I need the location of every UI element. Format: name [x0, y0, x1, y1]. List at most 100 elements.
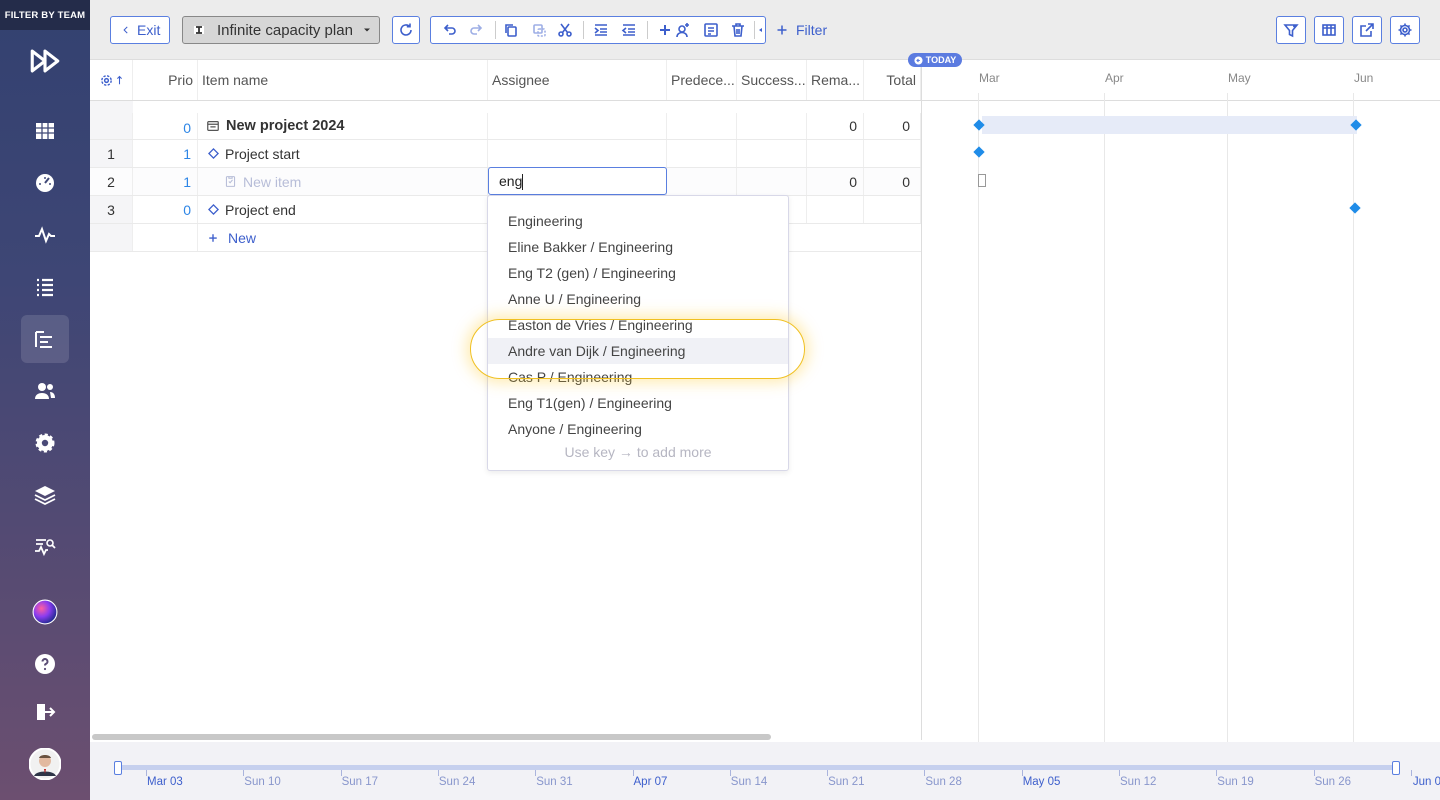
spreadsheet-icon[interactable]	[21, 107, 69, 155]
row-prio[interactable]: 1	[133, 168, 198, 195]
add-item-icon[interactable]	[657, 22, 673, 38]
dashboard-icon[interactable]	[21, 159, 69, 207]
timeline-tick-label: Jun 02	[1412, 776, 1440, 788]
timeline-tick-label: Sun 26	[1314, 776, 1352, 788]
row-prio[interactable]: 0	[133, 196, 198, 223]
grid-settings-button[interactable]	[90, 60, 133, 100]
dropdown-option[interactable]: Anne U / Engineering	[488, 286, 788, 312]
row-name-cell[interactable]: New item	[198, 168, 488, 195]
cut-icon[interactable]	[557, 22, 573, 38]
outdent-icon[interactable]	[621, 22, 637, 38]
table-row[interactable]: 0 New project 2024 0 0	[90, 113, 921, 140]
layers-icon[interactable]	[21, 471, 69, 519]
help-icon[interactable]	[21, 640, 69, 688]
row-remaining[interactable]	[807, 196, 864, 223]
row-remaining[interactable]: 0	[807, 113, 864, 139]
undo-icon[interactable]	[441, 22, 457, 38]
today-button[interactable]: TODAY	[908, 53, 962, 67]
filter-label: Filter	[796, 22, 828, 38]
row-name-cell[interactable]: Project end	[198, 196, 488, 223]
dropdown-option[interactable]: Anyone / Engineering	[488, 416, 788, 442]
timeline-track[interactable]	[118, 765, 1398, 770]
refresh-button[interactable]	[392, 16, 420, 44]
new-item-button[interactable]: New	[198, 224, 488, 251]
integration-icon[interactable]	[21, 588, 69, 636]
row-total[interactable]: 0	[864, 113, 921, 139]
horizontal-scrollbar[interactable]	[92, 734, 771, 740]
filter-by-team-button[interactable]: FILTER BY TEAM	[0, 0, 90, 30]
task-icon	[225, 176, 236, 187]
col-remaining[interactable]: Rema...	[807, 60, 864, 100]
row-total[interactable]: 0	[864, 168, 921, 195]
dropdown-option[interactable]: Engineering	[488, 208, 788, 234]
avatar[interactable]	[21, 740, 69, 788]
row-predecessors[interactable]	[667, 168, 737, 195]
indent-icon[interactable]	[593, 22, 609, 38]
col-prio[interactable]: Prio	[133, 60, 198, 100]
caret-down-icon	[363, 28, 370, 32]
list-icon[interactable]	[21, 263, 69, 311]
dropdown-option[interactable]: Eng T2 (gen) / Engineering	[488, 260, 788, 286]
col-item-name[interactable]: Item name	[198, 60, 488, 100]
dropdown-option[interactable]: Eline Bakker / Engineering	[488, 234, 788, 260]
timeline-tick-label: Sun 21	[828, 776, 865, 788]
row-prio[interactable]: 0	[133, 113, 198, 139]
settings-button[interactable]	[1390, 16, 1420, 44]
month-label: May	[1228, 71, 1251, 85]
table-row[interactable]: 1 1 Project start	[90, 140, 921, 168]
row-remaining[interactable]	[807, 140, 864, 167]
row-name-cell[interactable]: New project 2024	[198, 113, 488, 139]
row-remaining[interactable]: 0	[807, 168, 864, 195]
timeline-end-handle[interactable]	[1392, 761, 1400, 775]
row-name-cell[interactable]: Project start	[198, 140, 488, 167]
dropdown-option[interactable]: Eng T1(gen) / Engineering	[488, 390, 788, 416]
row-successors[interactable]	[737, 168, 807, 195]
timeline-start-handle[interactable]	[114, 761, 122, 775]
timeline-tick-label: Sun 10	[244, 776, 281, 788]
analytics-icon[interactable]	[21, 523, 69, 571]
task-bar[interactable]	[978, 174, 986, 187]
redo-icon[interactable]	[469, 22, 485, 38]
notes-icon[interactable]	[703, 22, 719, 38]
settings-icon[interactable]	[21, 419, 69, 467]
assignee-input[interactable]: eng	[488, 167, 667, 195]
users-icon[interactable]	[21, 367, 69, 415]
delete-icon[interactable]	[730, 22, 746, 38]
columns-icon	[1322, 24, 1336, 36]
timeline-tick-label: Sun 17	[341, 776, 379, 788]
timeline-tick-label: Mar 03	[147, 776, 183, 788]
export-button[interactable]	[1352, 16, 1382, 44]
add-user-icon[interactable]	[675, 22, 691, 38]
columns-button[interactable]	[1314, 16, 1344, 44]
logout-icon[interactable]	[21, 688, 69, 736]
baseline-button[interactable]	[1276, 16, 1306, 44]
row-assignee[interactable]	[488, 140, 667, 167]
gantt-icon[interactable]	[21, 315, 69, 363]
row-assignee[interactable]	[488, 113, 667, 139]
col-successors[interactable]: Success...	[737, 60, 807, 100]
plan-select[interactable]: Infinite capacity plan	[182, 16, 380, 44]
logo-icon[interactable]	[21, 37, 69, 85]
row-total[interactable]	[864, 196, 921, 223]
toolbar: Exit Infinite capacity plan Filter	[90, 0, 1440, 60]
edit-toolbar	[430, 16, 766, 44]
milestone-start[interactable]	[973, 146, 985, 158]
row-successors[interactable]	[737, 113, 807, 139]
row-predecessors[interactable]	[667, 140, 737, 167]
row-predecessors[interactable]	[667, 113, 737, 139]
row-successors[interactable]	[737, 140, 807, 167]
filter-button[interactable]: Filter	[776, 16, 827, 44]
timeline-tick-label: May 05	[1022, 776, 1061, 788]
exit-button[interactable]: Exit	[110, 16, 170, 44]
pulse-icon[interactable]	[21, 211, 69, 259]
copy-icon[interactable]	[503, 22, 519, 38]
paste-icon[interactable]	[531, 22, 547, 38]
row-total[interactable]	[864, 140, 921, 167]
col-assignee[interactable]: Assignee	[488, 60, 667, 100]
row-prio[interactable]: 1	[133, 140, 198, 167]
col-predecessors[interactable]: Predece...	[667, 60, 737, 100]
project-bar[interactable]	[982, 116, 1357, 134]
milestone-end[interactable]	[1349, 202, 1361, 214]
dropdown-hint: Use key → to add more	[564, 444, 712, 460]
collapse-toolbar-icon[interactable]	[756, 22, 764, 38]
